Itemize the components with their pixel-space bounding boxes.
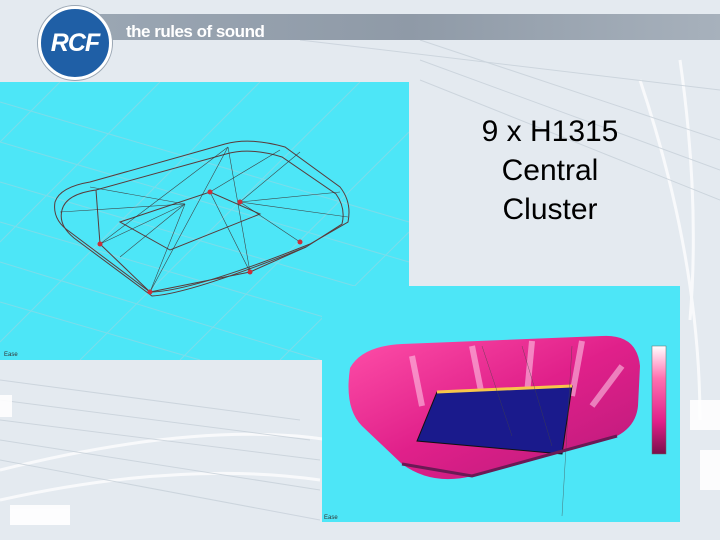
title-line-3: Cluster <box>502 193 598 226</box>
rcf-logo: RCF <box>38 6 112 80</box>
title-line-1: 9 x H1315 <box>481 115 619 148</box>
wireframe-caption: Ease <box>4 352 18 358</box>
heatmap-drawing <box>348 335 667 517</box>
heatmap-caption: Ease <box>324 515 338 521</box>
slide-title: 9 x H1315 Central Cluster <box>440 112 660 229</box>
brand-tagline: the rules of sound <box>126 22 265 41</box>
title-line-2: Central <box>501 154 599 187</box>
rcf-logo-text: RCF <box>50 28 100 57</box>
coverage-heatmap-image: Ease <box>322 286 680 522</box>
